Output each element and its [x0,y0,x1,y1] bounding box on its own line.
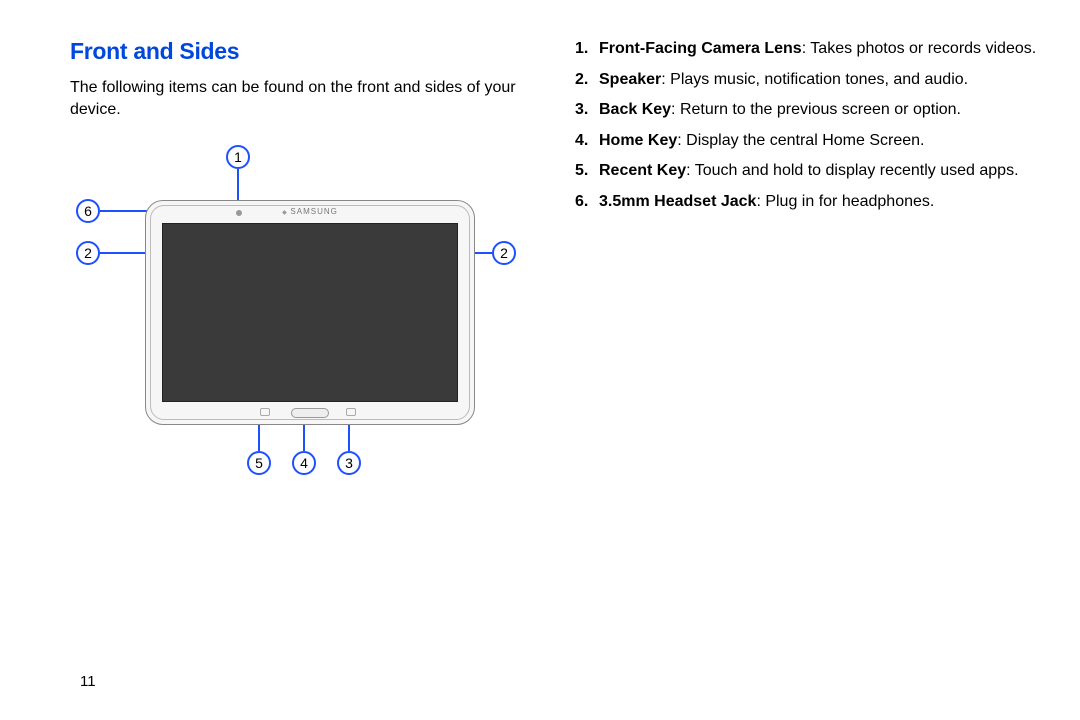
desc: : Plug in for headphones. [756,193,934,210]
desc: : Plays music, notification tones, and a… [661,71,968,88]
leader-6 [100,210,148,212]
feature-list: Front-Facing Camera Lens: Takes photos o… [575,38,1070,213]
tablet-outline: SAMSUNG [145,200,475,425]
right-column: Front-Facing Camera Lens: Takes photos o… [575,38,1070,515]
brand-label: SAMSUNG [282,207,338,216]
desc: : Return to the previous screen or optio… [671,101,961,118]
list-item: Home Key: Display the central Home Scree… [575,130,1070,152]
page-title: Front and Sides [70,38,545,65]
callout-6: 6 [76,199,100,223]
callout-2-right: 2 [492,241,516,265]
desc: : Takes photos or records videos. [802,40,1037,57]
term: Home Key [599,132,677,149]
desc: : Touch and hold to display recently use… [686,162,1018,179]
callout-1: 1 [226,145,250,169]
list-item: Front-Facing Camera Lens: Takes photos o… [575,38,1070,60]
term: Front-Facing Camera Lens [599,40,802,57]
device-diagram: 1 6 2 2 5 4 3 SAMSUNG [70,145,535,515]
left-column: Front and Sides The following items can … [70,38,545,515]
desc: : Display the central Home Screen. [677,132,924,149]
back-key-icon [346,408,356,416]
term: Back Key [599,101,671,118]
term: Speaker [599,71,661,88]
recent-key-icon [260,408,270,416]
list-item: Speaker: Plays music, notification tones… [575,69,1070,91]
term: 3.5mm Headset Jack [599,193,756,210]
intro-text: The following items can be found on the … [70,77,545,120]
list-item: Back Key: Return to the previous screen … [575,99,1070,121]
list-item: 3.5mm Headset Jack: Plug in for headphon… [575,191,1070,213]
home-button-icon [291,408,329,418]
list-item: Recent Key: Touch and hold to display re… [575,160,1070,182]
tablet-screen [162,223,458,402]
callout-5: 5 [247,451,271,475]
callout-4: 4 [292,451,316,475]
callout-3: 3 [337,451,361,475]
callout-2-left: 2 [76,241,100,265]
term: Recent Key [599,162,686,179]
page-number: 11 [80,673,96,690]
